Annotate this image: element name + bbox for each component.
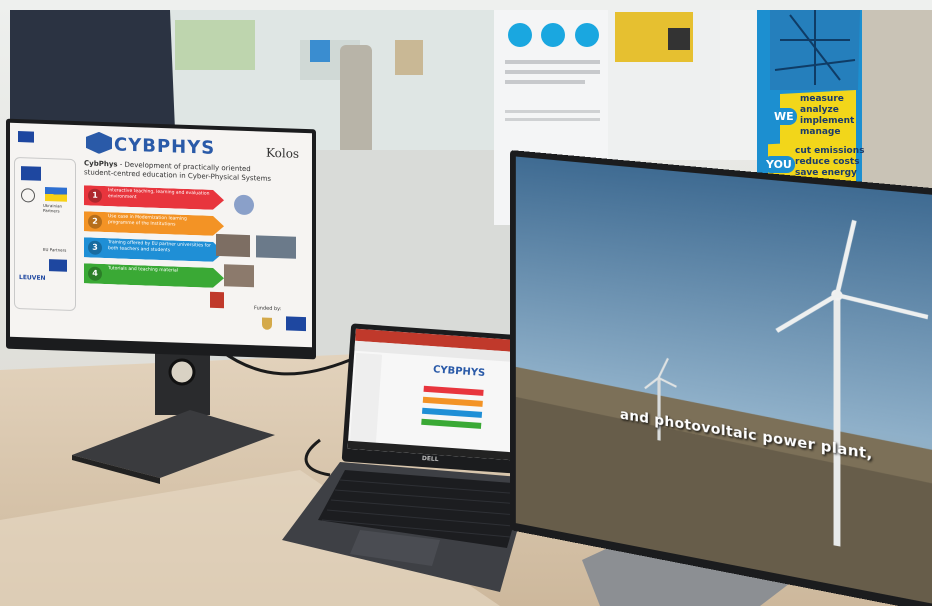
photo-scene: WE YOU measure analyze implement manage … [0, 0, 932, 606]
right-monitor-screen [516, 157, 932, 606]
right-monitor-bezel: and photovoltaic power plant, [510, 150, 932, 606]
